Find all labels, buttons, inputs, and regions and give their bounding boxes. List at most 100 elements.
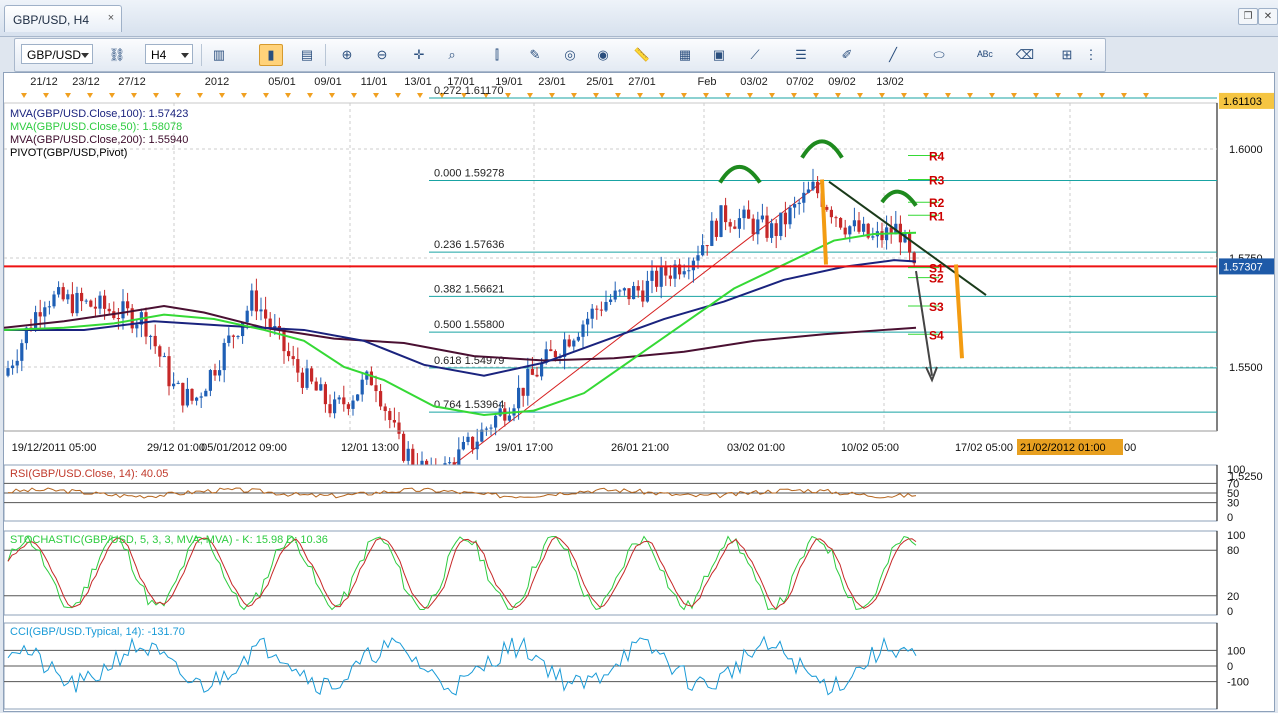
candle-body bbox=[802, 192, 806, 203]
candle-body bbox=[834, 217, 838, 219]
chart-container[interactable]: 21/12 23/12 27/12 2012 05/01 09/01 11/01 13/01 1… bbox=[3, 72, 1275, 712]
top-date-label: 13/02 bbox=[876, 76, 904, 88]
candle-body bbox=[650, 270, 654, 281]
top-date-label: Feb bbox=[698, 76, 717, 88]
candle-body bbox=[153, 335, 157, 347]
candle-body bbox=[530, 368, 534, 375]
ellipse-icon[interactable]: ⬭ bbox=[927, 44, 951, 66]
line-chart-icon[interactable]: ▤ bbox=[295, 44, 319, 66]
image-icon[interactable]: ▦ bbox=[673, 44, 697, 66]
candle-body bbox=[199, 396, 203, 398]
candle-body bbox=[185, 388, 189, 406]
top-date-label: 09/01 bbox=[314, 76, 342, 88]
candlestick-icon[interactable]: ▮ bbox=[259, 44, 283, 66]
timeframe-select-value: H4 bbox=[151, 48, 167, 62]
link-icon[interactable]: ⛓ bbox=[105, 44, 129, 66]
candle-body bbox=[737, 218, 741, 229]
pivot-label: S4 bbox=[929, 328, 944, 342]
pivot-label: R1 bbox=[929, 209, 945, 223]
top-date-label: 09/02 bbox=[828, 76, 856, 88]
chart-canvas[interactable]: 21/12 23/12 27/12 2012 05/01 09/01 11/01 13/01 1… bbox=[4, 73, 1274, 711]
close-tab-icon[interactable]: × bbox=[105, 12, 117, 24]
candle-body bbox=[701, 245, 705, 256]
candle-body bbox=[116, 318, 120, 320]
candle-body bbox=[383, 406, 387, 412]
time-axis-label: 10/02 05:00 bbox=[841, 442, 899, 454]
current-price-badge-text: 1.57307 bbox=[1223, 261, 1263, 273]
candle-body bbox=[770, 223, 774, 238]
candle-body bbox=[402, 433, 406, 461]
candle-body bbox=[461, 441, 465, 450]
globe-icon[interactable]: ◉ bbox=[591, 44, 615, 66]
candle-body bbox=[314, 381, 318, 391]
candle-body bbox=[52, 294, 56, 307]
ruler-icon[interactable]: 📏 bbox=[630, 44, 654, 66]
candle-body bbox=[406, 448, 410, 461]
chart-tab[interactable]: GBP/USD, H4 × bbox=[4, 5, 122, 32]
fib-level-label: 0.000 1.59278 bbox=[434, 167, 504, 179]
candle-body bbox=[61, 287, 65, 300]
indicator-legend-item: MVA(GBP/USD.Close,200): 1.55940 bbox=[10, 134, 188, 146]
hlines-icon[interactable]: ☰ bbox=[789, 44, 813, 66]
candle-body bbox=[296, 359, 300, 373]
candle-body bbox=[231, 335, 235, 337]
candle-body bbox=[218, 370, 222, 376]
candle-body bbox=[282, 328, 286, 352]
crosshair-icon[interactable]: ✛ bbox=[407, 44, 431, 66]
candle-body bbox=[181, 382, 185, 406]
candle-body bbox=[204, 390, 208, 397]
candle-body bbox=[84, 300, 88, 302]
symbol-select[interactable]: GBP/USD bbox=[21, 44, 93, 64]
bar-chart-icon[interactable]: ▥ bbox=[207, 44, 231, 66]
candle-body bbox=[323, 384, 327, 405]
candle-body bbox=[613, 290, 617, 300]
candle-body bbox=[806, 189, 810, 193]
close-window-button[interactable]: ✕ bbox=[1258, 8, 1278, 25]
objects-tree-icon[interactable]: ⊞ bbox=[1055, 44, 1079, 66]
time-axis-label: 12/01 13:00 bbox=[341, 442, 399, 454]
candle-body bbox=[788, 207, 792, 225]
candle-body bbox=[880, 231, 884, 241]
candle-body bbox=[264, 309, 268, 319]
candle-body bbox=[494, 415, 498, 428]
candle-body bbox=[287, 351, 291, 357]
trend-tools-icon[interactable]: ⟋ bbox=[743, 44, 767, 66]
zoom-in-icon[interactable]: ⊕ bbox=[335, 44, 359, 66]
pivot-label: S2 bbox=[929, 272, 944, 286]
candle-body bbox=[618, 290, 622, 292]
indicator-legend-item: MVA(GBP/USD.Close,100): 1.57423 bbox=[10, 108, 188, 120]
candle-body bbox=[6, 368, 10, 376]
candle-body bbox=[521, 387, 525, 396]
top-date-label: 27/01 bbox=[628, 76, 656, 88]
candle-body bbox=[369, 371, 373, 386]
properties-icon[interactable]: ✎ bbox=[523, 44, 547, 66]
toolbar-separator bbox=[325, 44, 326, 66]
magnify-icon[interactable]: ⌕ bbox=[440, 44, 464, 66]
period-separator-icon[interactable]: ⫿ bbox=[485, 44, 509, 66]
toolbar-overflow-icon[interactable]: ⋮ bbox=[1083, 44, 1099, 66]
restore-window-button[interactable]: ❐ bbox=[1238, 8, 1258, 25]
candle-body bbox=[797, 202, 801, 205]
timeframe-select[interactable]: H4 bbox=[145, 44, 193, 64]
screenshot-icon[interactable]: ▣ bbox=[707, 44, 731, 66]
toolbar-separator bbox=[201, 44, 202, 66]
line-icon[interactable]: ╱ bbox=[881, 44, 905, 66]
pen-icon[interactable]: ✐ bbox=[835, 44, 859, 66]
candle-body bbox=[360, 379, 364, 395]
top-price-badge-text: 1.61103 bbox=[1223, 96, 1262, 108]
zoom-out-icon[interactable]: ⊖ bbox=[370, 44, 394, 66]
candle-body bbox=[448, 462, 452, 464]
candle-body bbox=[540, 362, 544, 377]
candle-body bbox=[57, 287, 61, 295]
candle-body bbox=[503, 408, 507, 421]
candle-body bbox=[641, 290, 645, 302]
text-icon[interactable]: ᴬᴮᶜ bbox=[973, 44, 997, 66]
eraser-icon[interactable]: ⌫ bbox=[1013, 44, 1037, 66]
candle-body bbox=[121, 301, 125, 319]
top-date-label: 07/02 bbox=[786, 76, 814, 88]
candle-body bbox=[107, 308, 111, 312]
template-icon[interactable]: ◎ bbox=[558, 44, 582, 66]
candle-body bbox=[549, 349, 553, 352]
candle-body bbox=[291, 356, 295, 360]
rsi-title: RSI(GBP/USD.Close, 14): 40.05 bbox=[10, 468, 168, 480]
